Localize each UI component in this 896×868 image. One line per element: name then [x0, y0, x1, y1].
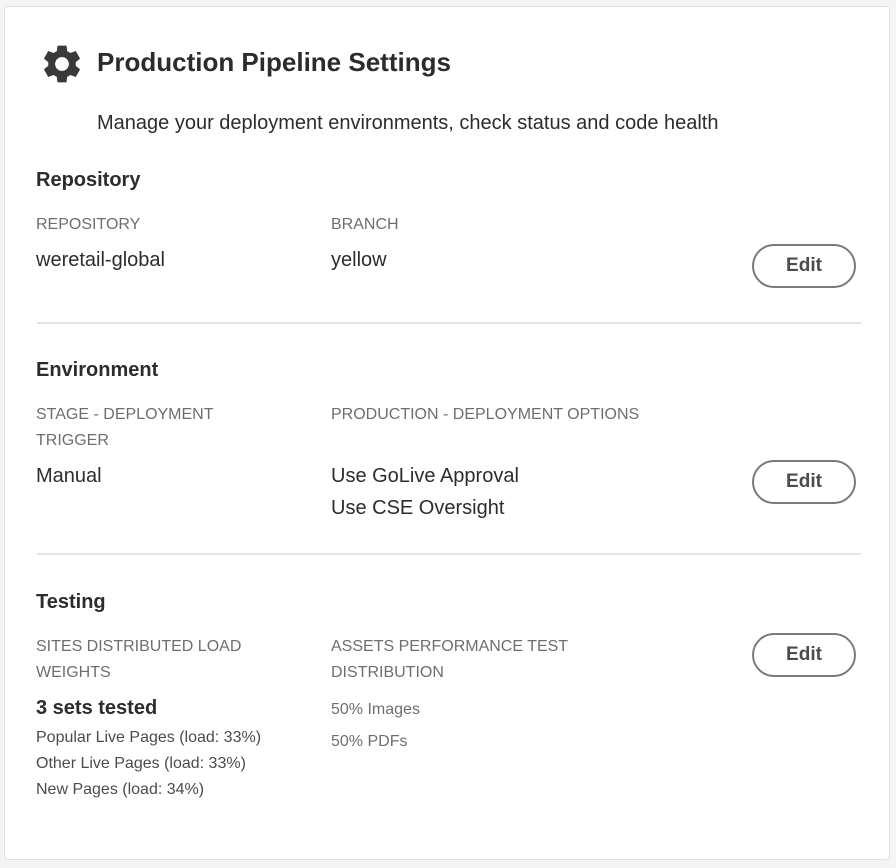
section-divider [37, 553, 861, 555]
section-title-repository: Repository [36, 169, 141, 191]
stage-trigger-value: Manual [36, 465, 102, 487]
branch-label: BRANCH [331, 216, 399, 233]
load-set-item: Popular Live Pages (load: 33%) [36, 729, 262, 746]
assets-distribution-label-line2: DISTRIBUTION [331, 664, 444, 681]
production-options-label: PRODUCTION - DEPLOYMENT OPTIONS [331, 406, 640, 423]
sites-load-weights-label-line1: SITES DISTRIBUTED LOAD [36, 638, 242, 655]
stage-trigger-label-line2: TRIGGER [36, 432, 109, 449]
assets-distribution-label-line1: ASSETS PERFORMANCE TEST [331, 638, 569, 655]
edit-testing-button[interactable]: Edit [752, 633, 856, 677]
repository-value: weretail-global [36, 249, 165, 271]
stage-trigger-label: STAGE - DEPLOYMENT TRIGGER [36, 402, 214, 454]
stage-trigger-label-line1: STAGE - DEPLOYMENT [36, 406, 214, 423]
gear-icon [44, 45, 80, 83]
sites-load-weights-label: SITES DISTRIBUTED LOAD WEIGHTS [36, 634, 241, 686]
production-option-item: Use GoLive Approval [331, 465, 519, 487]
page-subtitle: Manage your deployment environments, che… [97, 112, 719, 134]
edit-repository-button[interactable]: Edit [752, 244, 856, 288]
repository-label: REPOSITORY [36, 216, 141, 233]
asset-distribution-item: 50% Images [331, 701, 420, 718]
load-set-item: Other Live Pages (load: 33%) [36, 755, 246, 772]
sites-load-weights-label-line2: WEIGHTS [36, 664, 111, 681]
branch-value: yellow [331, 249, 387, 271]
settings-card: Production Pipeline Settings Manage your… [4, 6, 890, 860]
page-title: Production Pipeline Settings [97, 47, 451, 77]
edit-environment-button[interactable]: Edit [752, 460, 856, 504]
section-divider [37, 322, 861, 324]
assets-distribution-label: ASSETS PERFORMANCE TEST DISTRIBUTION [331, 634, 568, 686]
asset-distribution-item: 50% PDFs [331, 733, 408, 750]
load-set-item: New Pages (load: 34%) [36, 781, 205, 798]
sets-tested-count: 3 sets tested [36, 697, 158, 719]
production-option-item: Use CSE Oversight [331, 497, 505, 519]
section-title-testing: Testing [36, 591, 106, 613]
section-title-environment: Environment [36, 359, 159, 381]
